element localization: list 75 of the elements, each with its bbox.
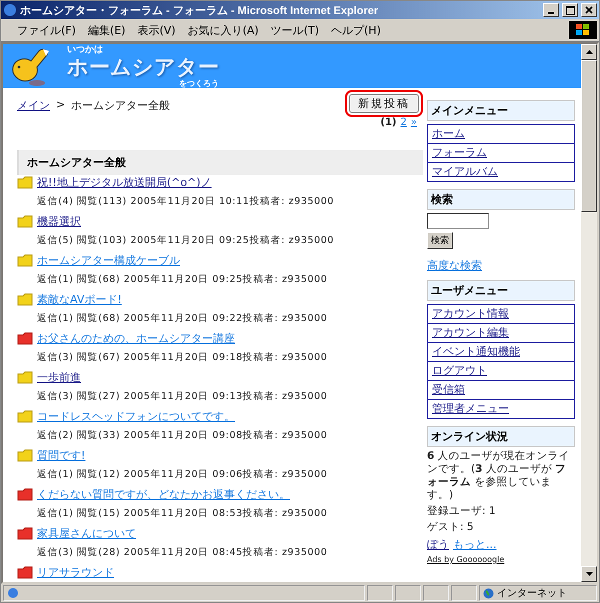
menu-item[interactable]: 編集(E): [82, 22, 132, 38]
topic-link[interactable]: ホームシアター構成ケーブル: [37, 253, 180, 268]
menu-link[interactable]: 受信箱: [428, 380, 574, 399]
sidebar-heading: メインメニュー: [427, 100, 575, 121]
minimize-button[interactable]: [543, 3, 559, 17]
menu-link[interactable]: ホーム: [428, 125, 574, 143]
maximize-button[interactable]: [562, 3, 578, 17]
menu-item[interactable]: ヘルプ(H): [325, 22, 387, 38]
topic-link[interactable]: 機器選択: [37, 214, 81, 229]
online-summary: 6 人のユーザが現在オンラインです。(3 人のユーザが フォーラム を参照しています。): [427, 450, 571, 502]
topic-link[interactable]: お父さんのための、ホームシアター講座: [37, 331, 235, 346]
topic-meta: 返信(2) 閲覧(33) 2005年11月20日 09:08投稿者: z935000: [36, 429, 328, 442]
breadcrumb-current: ホームシアター全般: [71, 98, 170, 113]
status-panel: [451, 585, 477, 601]
up-arrow-icon: [586, 50, 592, 54]
online-link[interactable]: ぽう: [427, 537, 449, 552]
menu-link[interactable]: アカウント情報: [428, 305, 574, 323]
topic-meta: 返信(1) 閲覧(12) 2005年11月20日 09:06投稿者: z935000: [36, 468, 328, 481]
topic-link[interactable]: くだらない質問ですが、どなたかお返事ください。: [37, 487, 290, 502]
menu-link[interactable]: イベント通知機能: [428, 342, 574, 361]
windows-logo: [569, 21, 597, 39]
menu-item[interactable]: お気に入り(A): [182, 22, 265, 38]
site-logo: いつかは ホームシアター をつくろう: [67, 44, 219, 89]
page-link[interactable]: 2: [400, 117, 407, 128]
topic-link[interactable]: リアサラウンド: [37, 565, 114, 580]
close-button[interactable]: [581, 3, 597, 17]
topic-meta: 返信(3) 閲覧(28) 2005年11月20日 08:45投稿者: z935000: [36, 546, 328, 559]
scroll-down-button[interactable]: [581, 566, 597, 582]
menu-item[interactable]: ツール(T): [264, 22, 325, 38]
down-arrow-icon: [586, 572, 592, 576]
breadcrumb-separator: >: [56, 98, 66, 113]
online-link[interactable]: もっと...: [453, 537, 496, 552]
menu-link[interactable]: アカウント編集: [428, 323, 574, 342]
menu-link[interactable]: マイアルバム: [428, 162, 574, 181]
menu-item[interactable]: 表示(V): [131, 22, 182, 38]
topic-link[interactable]: コードレスヘッドフォンについてです。: [37, 409, 235, 424]
topic-meta: 返信(1) 閲覧(68) 2005年11月20日 09:22投稿者: z935000: [36, 312, 328, 325]
scroll-thumb[interactable]: [581, 60, 597, 212]
menu-item[interactable]: ファイル(F): [11, 22, 82, 38]
topic-link[interactable]: 家具屋さんについて: [37, 526, 136, 541]
scroll-up-button[interactable]: [581, 44, 597, 60]
search-button[interactable]: 検索: [427, 232, 453, 249]
registered-users: 登録ユーザ: 1: [427, 505, 497, 518]
menu-link[interactable]: フォーラム: [428, 143, 574, 162]
menu-link[interactable]: ログアウト: [428, 361, 574, 380]
topic-link[interactable]: 祝!!地上デジタル放送開局(^o^)ノ: [37, 175, 212, 190]
topic-link[interactable]: 質問です!: [37, 448, 86, 463]
zone-label: インターネット: [497, 587, 567, 600]
sidebar-heading: ユーザメニュー: [427, 280, 575, 301]
topic-meta: 返信(1) 閲覧(15) 2005年11月20日 08:53投稿者: z935000: [36, 507, 328, 520]
close-icon: [585, 6, 593, 14]
forum-heading: ホームシアター全般: [17, 150, 423, 175]
topic-meta: 返信(4) 閲覧(113) 2005年11月20日 10:11投稿者: z935000: [36, 195, 336, 208]
topic-meta: 返信(5) 閲覧(103) 2005年11月20日 09:25投稿者: z935000: [36, 234, 336, 247]
page-link[interactable]: »: [410, 117, 417, 128]
topic-link[interactable]: 素敵なAVボード!: [37, 292, 122, 307]
topic-meta: 返信(1) 閲覧(68) 2005年11月20日 09:25投稿者: z935000: [36, 273, 328, 286]
topic-link[interactable]: 一歩前進: [37, 370, 81, 385]
search-field[interactable]: [427, 213, 489, 229]
advanced-search-link[interactable]: 高度な検索: [427, 258, 575, 273]
globe-icon: [483, 588, 494, 598]
topic-meta: 返信(3) 閲覧(27) 2005年11月20日 09:13投稿者: z935000: [36, 390, 328, 403]
status-panel: [395, 585, 421, 601]
menu-link[interactable]: 管理者メニュー: [428, 399, 574, 418]
maximize-icon: [566, 6, 574, 14]
sidebar-heading: 検索: [427, 189, 575, 210]
breadcrumb-link[interactable]: メイン: [17, 98, 50, 113]
topic-meta: 返信(3) 閲覧(67) 2005年11月20日 09:18投稿者: z935000: [36, 351, 328, 364]
window-title: ホームシアター・フォーラム - フォーラム - Microsoft Internet Explorer: [20, 4, 380, 18]
current-page: (1): [380, 117, 396, 128]
status-panel: [367, 585, 393, 601]
sidebar-heading: オンライン状況: [427, 426, 575, 447]
ads-label: Ads by Goooooogle: [427, 555, 506, 564]
guest-count: ゲスト: 5: [427, 521, 475, 534]
status-panel: [423, 585, 449, 601]
